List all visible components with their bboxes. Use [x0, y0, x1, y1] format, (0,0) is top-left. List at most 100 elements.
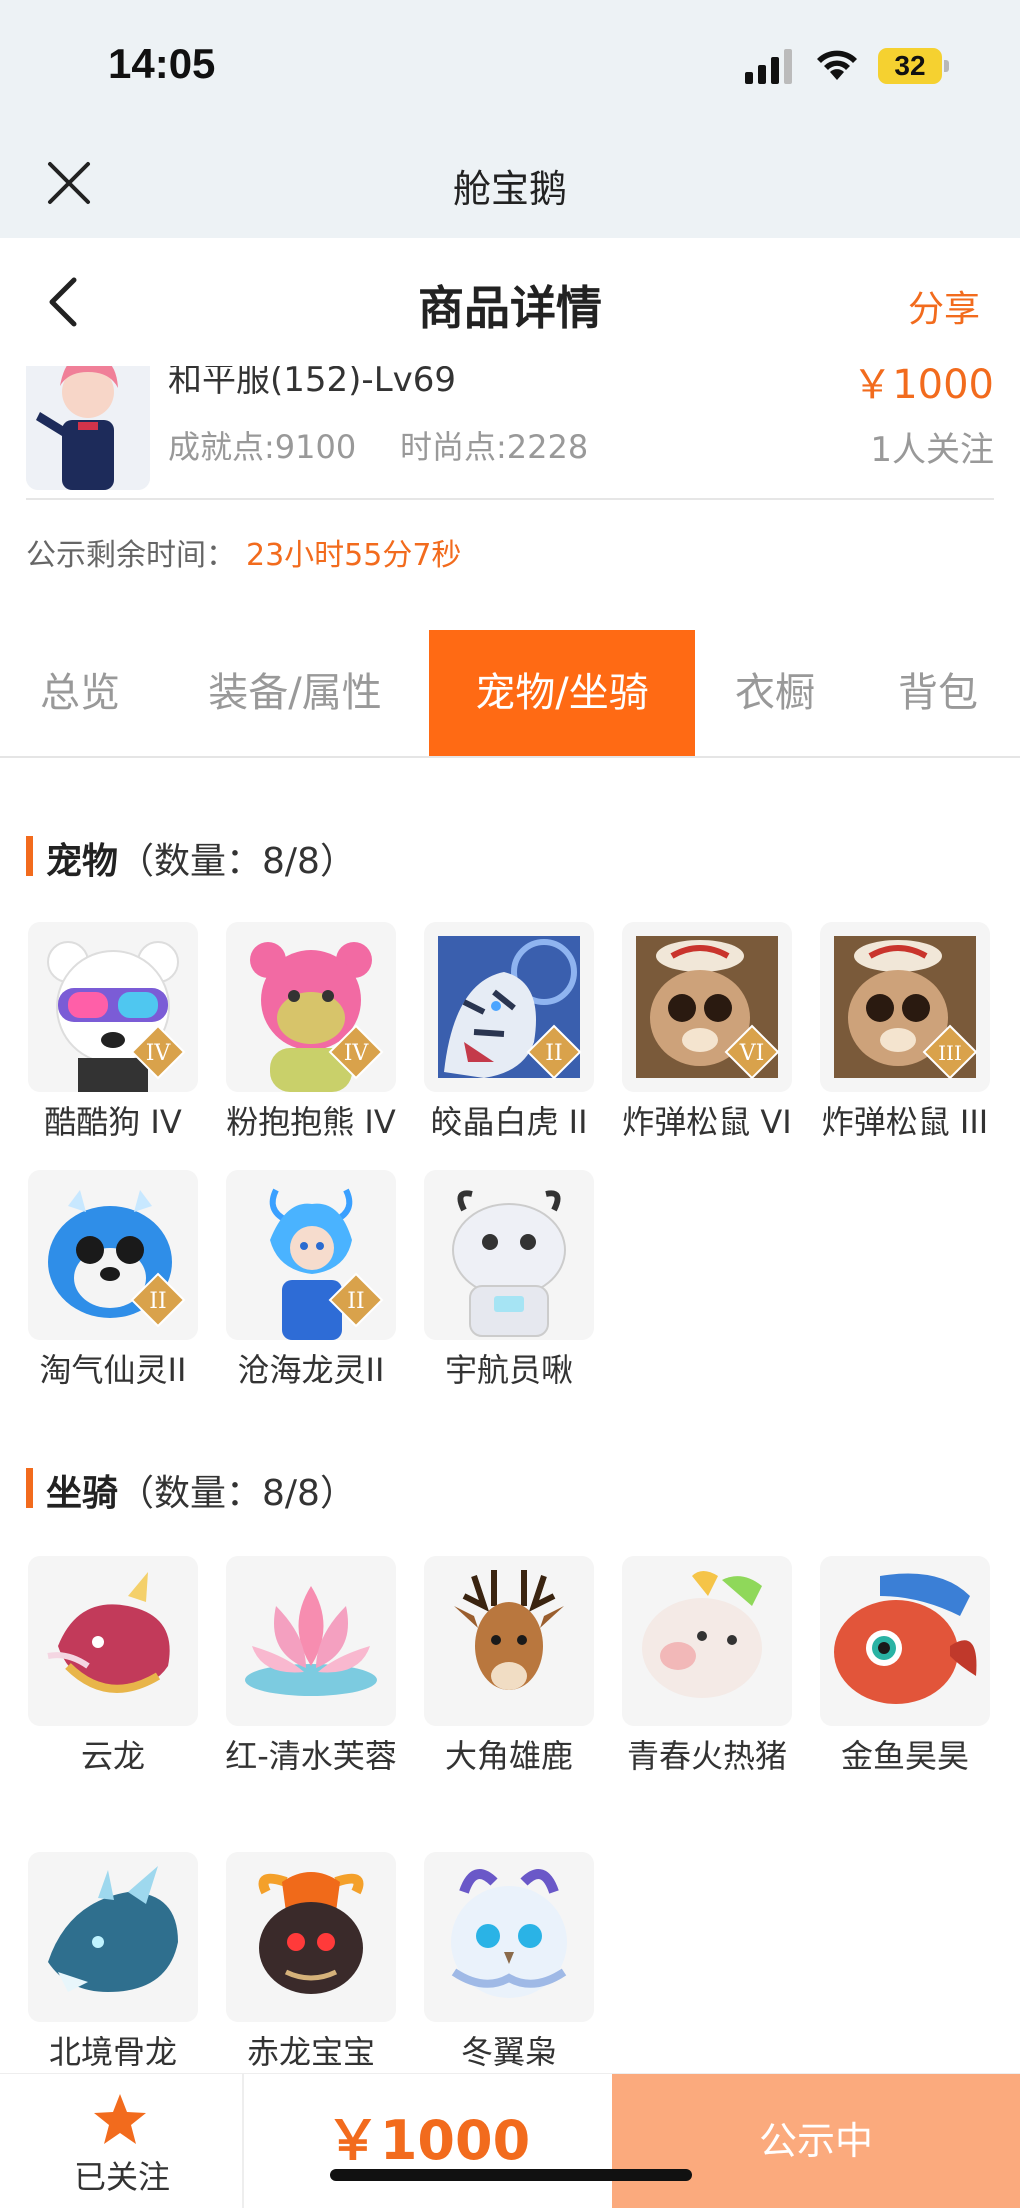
svg-text:II: II [347, 1289, 364, 1314]
tab-equipment[interactable]: 装备/属性 [180, 630, 410, 756]
bone-dragon-icon [28, 1852, 198, 2022]
mount-item[interactable]: 金鱼昊昊 [818, 1556, 992, 1780]
mount-name: 赤龙宝宝 [246, 2033, 375, 2071]
stag-icon [424, 1556, 594, 1726]
pet-item[interactable]: II 沧海龙灵II [224, 1170, 398, 1394]
bottom-price: ￥1000 [325, 2109, 531, 2172]
mount-item[interactable]: 大角雄鹿 [422, 1556, 596, 1780]
pet-item[interactable]: IV 粉抱抱熊 IV [224, 922, 398, 1146]
owl-icon [424, 1852, 594, 2022]
mount-name: 红-清水芙蓉 [225, 1737, 397, 1775]
notice-remaining: 公示剩余时间： 23小时55分7秒 [26, 530, 461, 574]
svg-text:II: II [545, 1041, 562, 1066]
bomb-squirrel-icon: III [820, 922, 990, 1092]
mount-name: 金鱼昊昊 [840, 1737, 969, 1775]
svg-text:VI: VI [739, 1041, 765, 1066]
home-indicator [330, 2169, 692, 2181]
status-time: 14:05 [108, 40, 216, 87]
pig-icon [622, 1556, 792, 1726]
pet-item[interactable]: 宇航员啾 [422, 1170, 596, 1394]
product-summary: 和平服(152)-Lv69 成就点:9100 时尚点:2228 ￥1000 1人… [0, 366, 1020, 500]
divider [26, 498, 994, 500]
mount-item[interactable]: 青春火热猪 [620, 1556, 794, 1780]
pet-name: 沧海龙灵II [237, 1351, 385, 1389]
pet-item[interactable]: III 炸弹松鼠 III [818, 922, 992, 1146]
red-dragon-icon [226, 1852, 396, 2022]
mount-item[interactable]: 北境骨龙 [26, 1852, 200, 2076]
rank-badge-icon: II [526, 1024, 582, 1080]
notice-countdown: 23小时55分7秒 [246, 538, 462, 573]
rank-badge-icon: II [130, 1272, 186, 1328]
follow-label: 已关注 [73, 2158, 170, 2196]
server-level: 和平服(152)-Lv69 [168, 366, 457, 400]
cloud-dragon-icon [28, 1556, 198, 1726]
product-price: ￥1000 [852, 366, 994, 408]
svg-text:II: II [149, 1289, 166, 1314]
rank-badge-icon: VI [724, 1024, 780, 1080]
bottom-action-bar: 已关注 ￥1000 公示中 [0, 2073, 1020, 2208]
pets-count: （数量：8/8） [118, 841, 356, 882]
tab-wardrobe[interactable]: 衣橱 [712, 630, 838, 756]
pet-item[interactable]: IV 酷酷狗 IV [26, 922, 200, 1146]
rank-badge-icon: II [328, 1272, 384, 1328]
mount-item[interactable]: 冬翼枭 [422, 1852, 596, 2076]
rank-badge-icon: IV [328, 1024, 384, 1080]
mount-name: 青春火热猪 [626, 1737, 787, 1775]
goldfish-icon [820, 1556, 990, 1726]
pet-name: 炸弹松鼠 VI [622, 1103, 792, 1141]
mount-name: 大角雄鹿 [444, 1737, 573, 1775]
wifi-icon [817, 50, 857, 80]
svg-text:III: III [938, 1041, 962, 1065]
svg-text:IV: IV [344, 1041, 370, 1066]
battery-level: 32 [878, 48, 942, 84]
follow-button[interactable]: 已关注 [0, 2074, 244, 2208]
rank-badge-icon: III [922, 1024, 978, 1080]
pet-item[interactable]: VI 炸弹松鼠 VI [620, 922, 794, 1146]
tab-pets-mounts[interactable]: 宠物/坐骑 [429, 630, 695, 756]
publicity-status-button[interactable]: 公示中 [612, 2074, 1020, 2208]
mount-item[interactable]: 红-清水芙蓉 [224, 1556, 398, 1780]
status-bar: 14:05 32 [0, 0, 1020, 130]
mounts-count: （数量：8/8） [118, 1473, 356, 1514]
pet-name: 宇航员啾 [444, 1351, 573, 1389]
mount-name: 云龙 [80, 1737, 145, 1775]
character-avatar [26, 366, 150, 490]
dog-goggles-icon: IV [28, 922, 198, 1092]
pet-item[interactable]: II 皎晶白虎 II [422, 922, 596, 1146]
mount-item[interactable]: 赤龙宝宝 [224, 1852, 398, 2076]
follower-count: 1人关注 [870, 430, 994, 470]
pet-name: 炸弹松鼠 III [821, 1103, 989, 1141]
white-tiger-icon: II [424, 922, 594, 1092]
detail-tabs: 总览 装备/属性 宠物/坐骑 衣橱 背包 [0, 630, 1020, 758]
star-icon [94, 2094, 146, 2144]
blue-puppy-icon: II [28, 1170, 198, 1340]
mini-program-title: 舱宝鹅 [452, 167, 567, 211]
mount-item[interactable]: 云龙 [26, 1556, 200, 1780]
tab-bag[interactable]: 背包 [870, 630, 1006, 756]
pet-name: 皎晶白虎 II [430, 1103, 588, 1141]
astronaut-robot-icon [424, 1170, 594, 1340]
share-button[interactable]: 分享 [908, 280, 980, 332]
pet-name: 粉抱抱熊 IV [226, 1103, 396, 1141]
page-title: 商品详情 [418, 281, 602, 335]
mount-name: 北境骨龙 [48, 2033, 177, 2071]
nav-bar: 商品详情 分享 [0, 238, 1020, 366]
svg-text:IV: IV [146, 1041, 172, 1066]
section-accent [26, 836, 33, 876]
rank-badge-icon: IV [130, 1024, 186, 1080]
section-accent [26, 1468, 33, 1508]
lotus-icon [226, 1556, 396, 1726]
achievement-points: 成就点:9100 [168, 428, 357, 466]
mount-name: 冬翼枭 [460, 2033, 557, 2071]
dragon-spirit-icon: II [226, 1170, 396, 1340]
tab-overview[interactable]: 总览 [0, 630, 160, 756]
pet-item[interactable]: II 淘气仙灵II [26, 1170, 200, 1394]
fashion-points: 时尚点:2228 [400, 428, 589, 466]
cellular-signal-icon [745, 49, 792, 84]
pets-title: 宠物 [46, 841, 119, 882]
pink-bear-icon: IV [226, 922, 396, 1092]
pet-name: 淘气仙灵II [39, 1351, 187, 1389]
bomb-squirrel-icon: VI [622, 922, 792, 1092]
pet-name: 酷酷狗 IV [44, 1103, 182, 1141]
battery-icon: 32 [878, 48, 950, 84]
